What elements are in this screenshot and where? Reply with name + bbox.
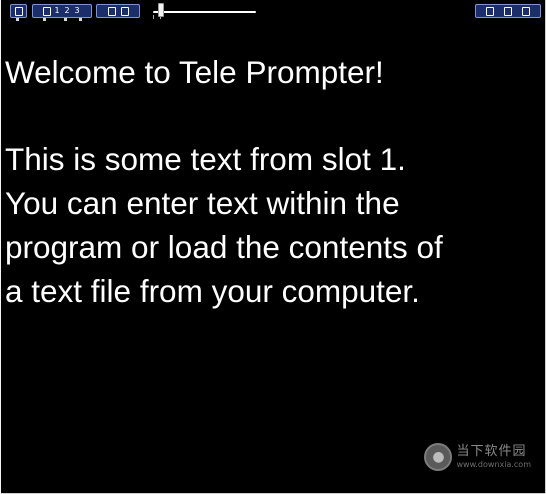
prompter-line: a text file from your computer. [5,273,420,309]
play-icon[interactable] [107,6,116,16]
watermark-title: 当下软件园 [456,444,527,459]
playback-button-group [96,4,140,18]
slot-indicator [43,18,46,21]
watermark: ● 当下软件园 www.downxia.com [424,443,531,471]
prompter-text-area: Welcome to Tele Prompter! This is some t… [5,50,541,313]
minimize-icon[interactable] [486,6,494,16]
square-icon [43,6,51,16]
line-spacer [5,94,541,137]
slot-indicator [16,18,19,21]
watermark-url: www.downxia.com [456,460,531,469]
slot-3-button[interactable]: 3 [72,7,82,15]
speed-slider-thumb[interactable] [157,3,164,17]
window-controls-group [475,4,541,18]
teleprompter-window: 1 2 3 Welcome to Tele Prompter! This is … [1,0,546,494]
stop-icon[interactable] [120,6,129,16]
slot-indicator [64,18,67,21]
slot-indicator [79,18,82,21]
prompter-line: You can enter text within the [5,185,400,221]
slot-2-button[interactable]: 2 [62,7,72,15]
prompter-line: program or load the contents of [5,229,443,265]
square-icon [14,6,23,16]
watermark-text: 当下软件园 www.downxia.com [456,444,531,470]
close-icon[interactable] [522,6,530,16]
slot-selector-group: 1 2 3 [32,4,92,18]
speed-slider-track[interactable] [153,11,256,13]
slot-1-button[interactable]: 1 [52,7,62,15]
prompter-heading: Welcome to Tele Prompter! [5,54,384,90]
prompter-line: This is some text from slot 1. [5,141,406,177]
maximize-icon[interactable] [504,6,512,16]
watermark-logo-icon: ● [424,443,453,471]
slot-icon-button[interactable] [10,4,27,18]
